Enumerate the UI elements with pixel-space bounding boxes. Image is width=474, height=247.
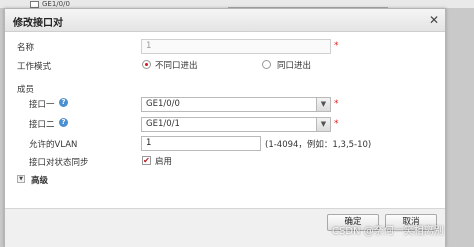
background-row-label: GE1/0/0 <box>42 0 70 8</box>
mode-option-different-port: 不同口进出 <box>155 61 198 71</box>
sync-checkbox-label: 启用 <box>155 157 173 167</box>
work-mode-label: 工作模式 <box>17 62 52 72</box>
port1-required-mark: * <box>334 99 339 109</box>
port2-label: 接口二 <box>29 120 55 130</box>
port1-help-icon[interactable]: ? <box>59 98 68 107</box>
members-label: 成员 <box>17 85 35 95</box>
name-required-mark: * <box>334 41 339 51</box>
background-row: GE1/0/0 <box>30 0 70 8</box>
chevron-down-icon[interactable]: ▼ <box>316 118 330 131</box>
advanced-label[interactable]: 高级 <box>31 174 48 186</box>
watermark: CSDN @奈何一笑相离别 <box>332 226 444 237</box>
mode-radio-different-port[interactable] <box>142 60 151 69</box>
port2-select[interactable]: GE1/0/1 ▼ <box>141 117 331 132</box>
vlan-hint: (1-4094，例如：1,3,5-10) <box>265 140 372 150</box>
port2-required-mark: * <box>334 119 339 129</box>
port2-help-icon[interactable]: ? <box>59 118 68 127</box>
sync-label: 接口对状态同步 <box>29 158 89 168</box>
mode-radio-same-port[interactable] <box>262 60 271 69</box>
port1-value: GE1/0/0 <box>146 99 180 109</box>
port1-select[interactable]: GE1/0/0 ▼ <box>141 97 331 112</box>
advanced-toggle[interactable]: ▼ <box>17 175 25 183</box>
port1-label: 接口一 <box>29 100 55 110</box>
name-field[interactable]: 1 <box>141 39 331 54</box>
name-label: 名称 <box>17 43 35 53</box>
dialog-titlebar: 修改接口对 ✕ <box>5 9 445 32</box>
close-icon[interactable]: ✕ <box>429 13 439 27</box>
dialog-title: 修改接口对 <box>13 18 63 29</box>
sync-checkbox[interactable]: ✔ <box>142 156 151 165</box>
mode-option-same-port: 同口进出 <box>277 61 312 71</box>
port2-value: GE1/0/1 <box>146 119 180 129</box>
background-column <box>228 0 388 8</box>
vlan-label: 允许的VLAN <box>29 140 78 150</box>
edit-interface-pair-dialog: 修改接口对 ✕ 名称 1 * 工作模式 不同口进出 同口进出 成员 接口一 ? … <box>4 8 446 247</box>
interface-icon <box>30 0 39 8</box>
vlan-input[interactable]: 1 <box>141 136 261 151</box>
chevron-down-icon[interactable]: ▼ <box>316 98 330 111</box>
